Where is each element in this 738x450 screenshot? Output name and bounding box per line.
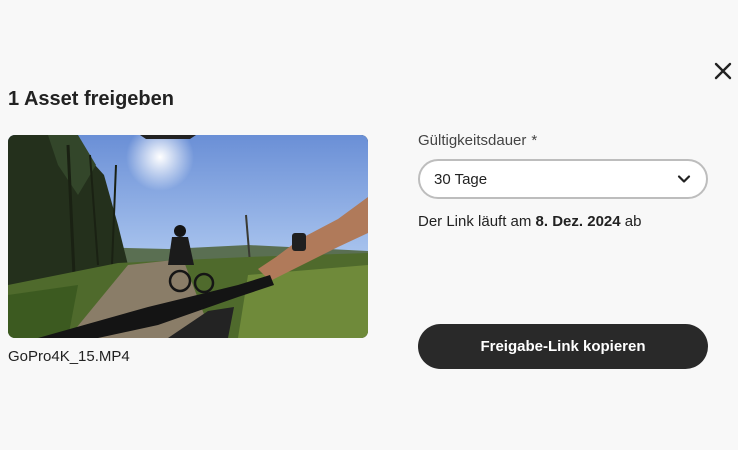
close-icon <box>714 62 732 80</box>
validity-label: Gültigkeitsdauer * <box>418 132 537 149</box>
validity-label-text: Gültigkeitsdauer <box>418 132 527 149</box>
dialog-title: 1 Asset freigeben <box>8 88 174 110</box>
asset-filename: GoPro4K_15.MP4 <box>8 348 130 365</box>
expiry-prefix: Der Link läuft am <box>418 213 536 230</box>
asset-thumbnail <box>8 135 368 338</box>
expiry-suffix: ab <box>620 213 642 230</box>
validity-select[interactable]: 30 Tage <box>418 159 708 199</box>
chevron-down-icon <box>676 171 692 187</box>
close-button[interactable] <box>710 58 736 84</box>
share-dialog: 1 Asset freigeben GoPro4K_15.MP4 Gültigk… <box>0 0 738 450</box>
validity-select-value: 30 Tage <box>434 170 488 188</box>
copy-share-link-button[interactable]: Freigabe-Link kopieren <box>418 324 708 369</box>
required-marker: * <box>531 132 538 149</box>
expiry-info: Der Link läuft am 8. Dez. 2024 ab <box>418 213 641 230</box>
expiry-date: 8. Dez. 2024 <box>535 213 621 230</box>
